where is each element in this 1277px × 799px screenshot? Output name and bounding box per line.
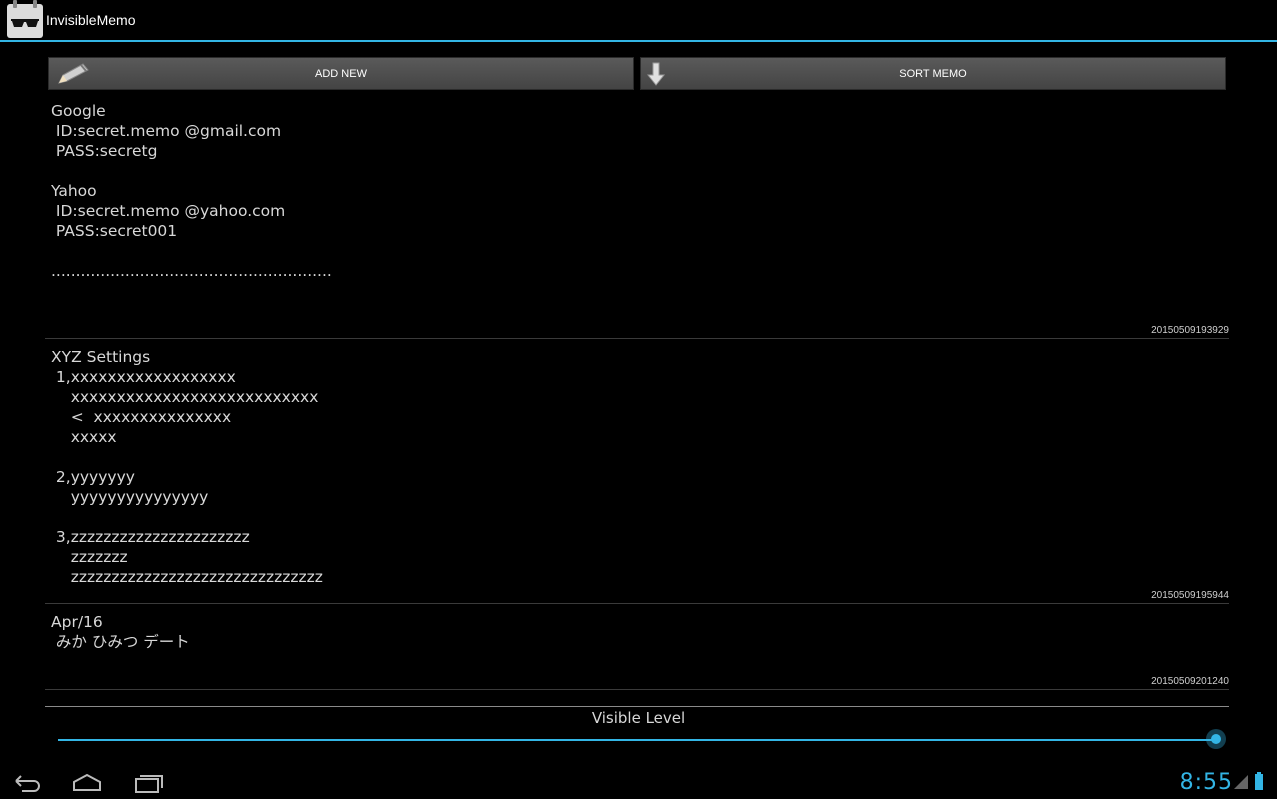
visible-level-divider [45,706,1229,707]
action-bar: InvisibleMemo [0,0,1277,42]
memo-text: Google ID:secret.memo @gmail.com PASS:se… [51,102,332,280]
recent-apps-icon[interactable] [134,772,164,794]
battery-icon [1255,772,1263,790]
memo-timestamp: 20150509195944 [1151,590,1229,601]
sort-memo-label: SORT MEMO [899,67,967,80]
memo-timestamp: 20150509201240 [1151,676,1229,687]
memo-text: Apr/16 みか ひみつ デート [51,613,190,651]
visible-level-slider-thumb[interactable] [1206,729,1226,749]
status-clock: 8:55 [1179,770,1233,795]
memo-item[interactable]: Google ID:secret.memo @gmail.com PASS:se… [45,101,1229,339]
signal-icon [1234,775,1248,789]
add-new-button[interactable]: ADD NEW [48,57,634,90]
clip-right [33,0,37,8]
pencil-icon [58,63,89,84]
clip-left [13,0,17,8]
action-bar-divider [0,40,1277,42]
app-title: InvisibleMemo [46,12,136,28]
app-logo-icon[interactable] [7,0,43,38]
visible-level-slider-track[interactable] [58,739,1218,741]
sort-memo-button[interactable]: SORT MEMO [640,57,1226,90]
memo-timestamp: 20150509193929 [1151,325,1229,336]
system-nav-bar [0,766,1277,799]
visible-level-label: Visible Level [591,709,686,727]
down-arrow-icon [647,62,666,86]
memo-item[interactable]: Apr/16 みか ひみつ デート 20150509201240 [45,612,1229,690]
memo-item[interactable]: XYZ Settings 1,xxxxxxxxxxxxxxxxxx xxxxxx… [45,347,1229,604]
add-new-label: ADD NEW [315,67,367,80]
back-icon[interactable] [12,772,42,794]
memo-text: XYZ Settings 1,xxxxxxxxxxxxxxxxxx xxxxxx… [51,348,323,586]
home-icon[interactable] [72,772,102,794]
sunglasses-icon [11,19,39,27]
